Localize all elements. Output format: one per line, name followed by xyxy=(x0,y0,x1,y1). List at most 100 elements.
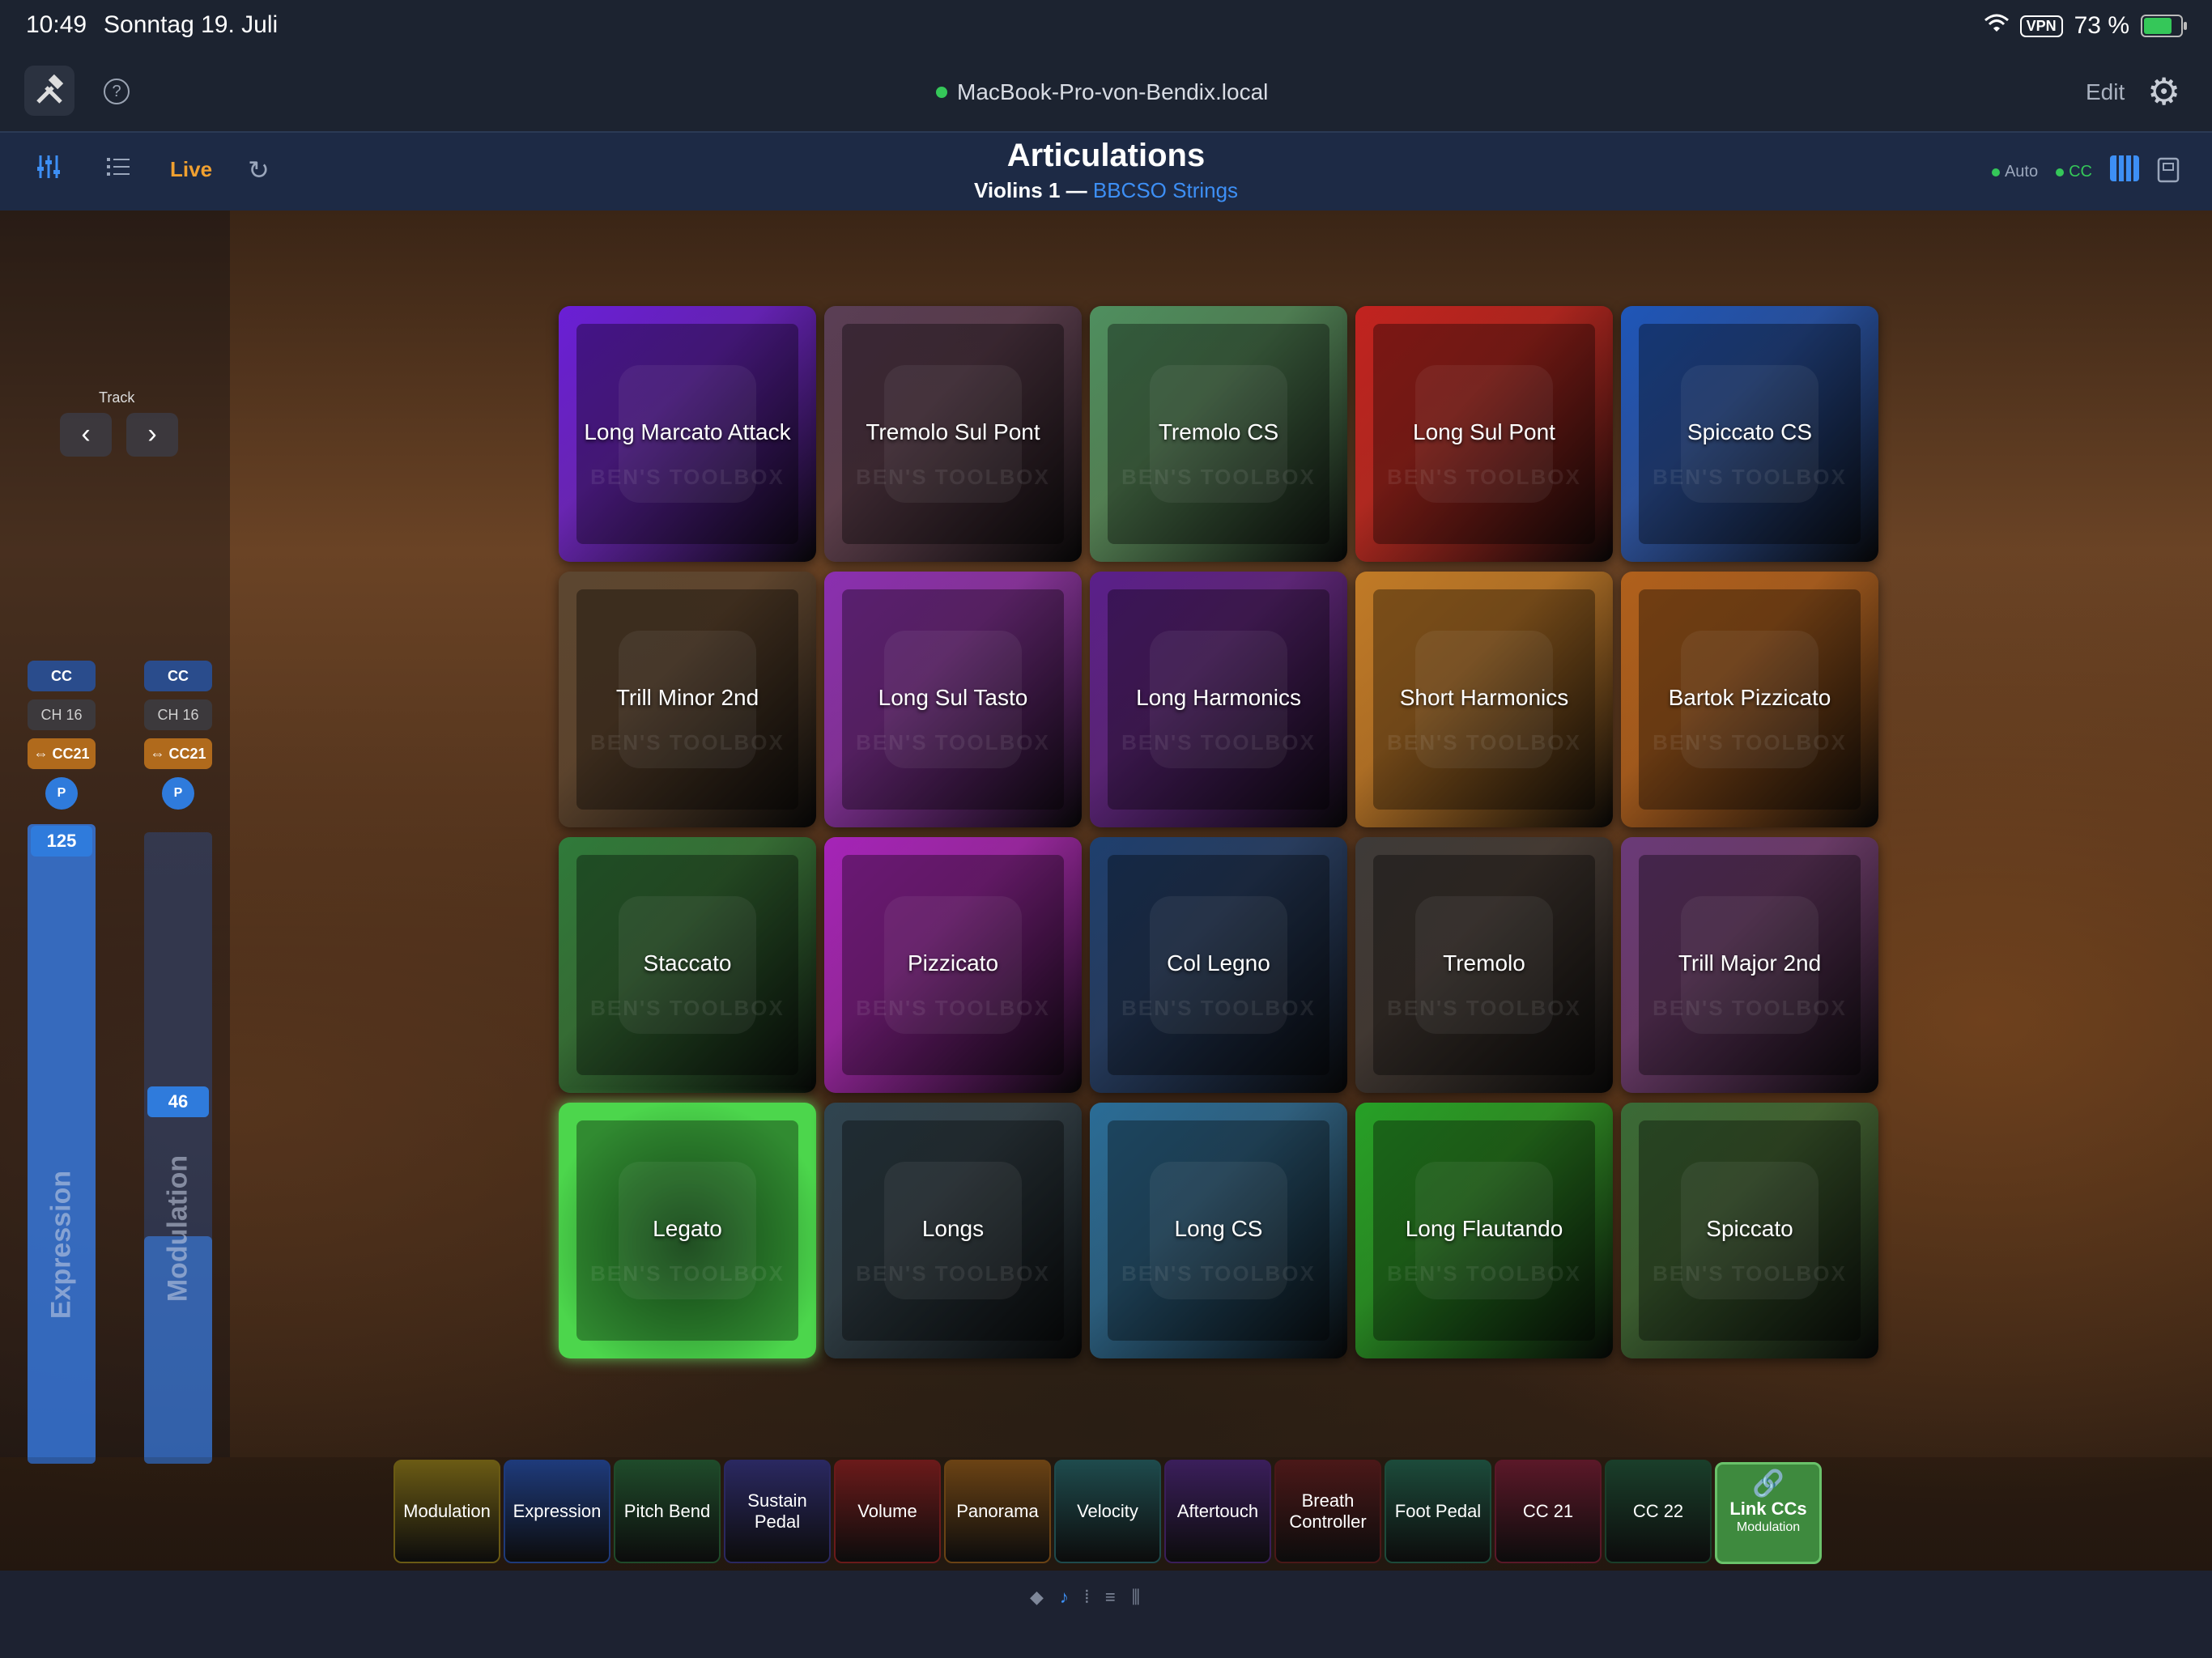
edit-button[interactable]: Edit xyxy=(2086,79,2125,105)
articulation-pad[interactable]: BEN'S TOOLBOX Long Flautando xyxy=(1355,1103,1613,1358)
watermark-text: BEN'S TOOLBOX xyxy=(1653,1261,1847,1286)
articulation-pad[interactable]: BEN'S TOOLBOX Long Sul Pont xyxy=(1355,306,1613,562)
articulation-pad[interactable]: BEN'S TOOLBOX Staccato xyxy=(559,837,816,1093)
watermark-text: BEN'S TOOLBOX xyxy=(590,996,785,1020)
watermark-text: BEN'S TOOLBOX xyxy=(1653,996,1847,1020)
cc-button-label: Volume xyxy=(857,1501,917,1521)
articulation-pad[interactable]: BEN'S TOOLBOX Short Harmonics xyxy=(1355,572,1613,827)
articulation-label: Long Sul Tasto xyxy=(878,685,1028,710)
cc-button[interactable]: Panorama xyxy=(944,1460,1051,1563)
next-track-button[interactable]: › xyxy=(126,413,178,457)
cc-button-label: Expression xyxy=(513,1501,602,1521)
articulation-pad[interactable]: BEN'S TOOLBOX Long Sul Tasto xyxy=(824,572,1082,827)
watermark-text: BEN'S TOOLBOX xyxy=(1653,465,1847,489)
articulation-pad[interactable]: BEN'S TOOLBOX Long Harmonics xyxy=(1090,572,1347,827)
articulation-pad[interactable]: BEN'S TOOLBOX Tremolo Sul Pont xyxy=(824,306,1082,562)
articulation-pad[interactable]: BEN'S TOOLBOX Tremolo CS xyxy=(1090,306,1347,562)
p-button[interactable]: P xyxy=(162,777,194,810)
cc-button-label: Aftertouch xyxy=(1176,1501,1259,1521)
cc-button[interactable]: Expression xyxy=(504,1460,610,1563)
controller-modulation: CC CH 16 ⇔ CC21 P xyxy=(144,661,212,819)
cc-button[interactable]: Breath Controller xyxy=(1274,1460,1381,1563)
articulation-label: Bartok Pizzicato xyxy=(1668,685,1831,710)
watermark-text: BEN'S TOOLBOX xyxy=(1653,730,1847,755)
status-bar: 10:49 Sonntag 19. Juli VPN 73 % xyxy=(0,0,2212,52)
articulation-label: Longs xyxy=(921,1216,985,1241)
host-indicator[interactable]: MacBook-Pro-von-Bendix.local xyxy=(936,79,1268,105)
watermark-text: BEN'S TOOLBOX xyxy=(1387,465,1581,489)
cc-button[interactable]: Foot Pedal xyxy=(1385,1460,1491,1563)
waveform-page-icon[interactable]: ⦙ xyxy=(1085,1587,1089,1608)
modulation-slider[interactable]: 46 Modulation xyxy=(144,832,212,1464)
watermark-text: BEN'S TOOLBOX xyxy=(1387,730,1581,755)
battery-percent: 73 % xyxy=(2074,12,2129,39)
articulation-pad[interactable]: BEN'S TOOLBOX Tremolo xyxy=(1355,837,1613,1093)
piano-keys-icon[interactable] xyxy=(2110,155,2139,189)
controller-expression: CC CH 16 ⇔ CC21 P xyxy=(28,661,96,819)
cc-button[interactable]: Velocity xyxy=(1054,1460,1161,1563)
cc-button[interactable]: Modulation xyxy=(393,1460,500,1563)
link-ccs-label: Link CCs xyxy=(1729,1499,1807,1519)
notes-book-icon[interactable] xyxy=(2157,157,2180,188)
expression-slider[interactable]: 125 Expression xyxy=(28,824,96,1464)
status-time: 10:49 xyxy=(26,11,87,38)
faders-page-icon[interactable]: ⫼ xyxy=(1132,1587,1140,1608)
library-name: BBCSO Strings xyxy=(1092,178,1239,202)
articulation-pad[interactable]: BEN'S TOOLBOX Col Legno xyxy=(1090,837,1347,1093)
articulation-pad[interactable]: BEN'S TOOLBOX Bartok Pizzicato xyxy=(1621,572,1878,827)
articulation-pad[interactable]: BEN'S TOOLBOX Spiccato xyxy=(1621,1103,1878,1358)
articulation-pad[interactable]: BEN'S TOOLBOX Pizzicato xyxy=(824,837,1082,1093)
articulation-pad[interactable]: BEN'S TOOLBOX Trill Minor 2nd xyxy=(559,572,816,827)
watermark-text: BEN'S TOOLBOX xyxy=(1387,1261,1581,1286)
watermark-text: BEN'S TOOLBOX xyxy=(856,1261,1050,1286)
articulation-label: Long Marcato Attack xyxy=(584,419,791,444)
cc-indicator[interactable]: CC xyxy=(2056,163,2092,181)
articulation-label: Long Flautando xyxy=(1405,1216,1563,1241)
articulation-label: Col Legno xyxy=(1167,950,1270,976)
articulation-label: Short Harmonics xyxy=(1399,685,1569,710)
track-subtitle: Violins 1 — BBCSO Strings xyxy=(0,178,2212,203)
cc-button[interactable]: Aftertouch xyxy=(1164,1460,1271,1563)
link-ccs-button[interactable]: 🔗 Link CCs Modulation xyxy=(1715,1462,1822,1564)
articulation-pad[interactable]: BEN'S TOOLBOX Spiccato CS xyxy=(1621,306,1878,562)
watermark-text: BEN'S TOOLBOX xyxy=(1121,996,1316,1020)
articulation-label: Tremolo CS xyxy=(1158,419,1279,444)
cc-mode-button[interactable]: CC xyxy=(144,661,212,691)
articulation-pad[interactable]: BEN'S TOOLBOX Legato xyxy=(559,1103,816,1358)
watermark-text: BEN'S TOOLBOX xyxy=(590,730,785,755)
track-label: Track xyxy=(99,389,135,406)
list-page-icon[interactable]: ≡ xyxy=(1105,1587,1116,1608)
status-date: Sonntag 19. Juli xyxy=(104,11,279,38)
articulation-pad[interactable]: BEN'S TOOLBOX Long CS xyxy=(1090,1103,1347,1358)
articulation-pad[interactable]: BEN'S TOOLBOX Trill Major 2nd xyxy=(1621,837,1878,1093)
cc-button-label: Sustain Pedal xyxy=(747,1490,807,1532)
link-ccs-sub: Modulation xyxy=(1736,1520,1801,1534)
p-button[interactable]: P xyxy=(45,777,78,810)
stage-background: Track ‹ › CC CH 16 ⇔ CC21 P 125 Expressi… xyxy=(0,210,2212,1571)
articulation-pad[interactable]: BEN'S TOOLBOX Longs xyxy=(824,1103,1082,1358)
articulation-label: Tremolo Sul Pont xyxy=(866,419,1040,444)
cc-mapping-badge[interactable]: ⇔ CC21 xyxy=(28,738,96,769)
app-logo-icon[interactable] xyxy=(24,66,74,116)
cc-button[interactable]: CC 21 xyxy=(1495,1460,1602,1563)
diamond-page-icon[interactable]: ◆ xyxy=(1030,1587,1044,1608)
cc-mode-button[interactable]: CC xyxy=(28,661,96,691)
cc-button-label: CC 21 xyxy=(1522,1501,1574,1521)
cc-button-label: CC 22 xyxy=(1632,1501,1684,1521)
cc-button[interactable]: CC 22 xyxy=(1605,1460,1712,1563)
prev-track-button[interactable]: ‹ xyxy=(60,413,112,457)
channel-badge[interactable]: CH 16 xyxy=(144,699,212,730)
cc-button[interactable]: Volume xyxy=(834,1460,941,1563)
articulation-pad[interactable]: BEN'S TOOLBOX Long Marcato Attack xyxy=(559,306,816,562)
articulation-label: Trill Major 2nd xyxy=(1678,950,1822,976)
cc-mapping-badge[interactable]: ⇔ CC21 xyxy=(144,738,212,769)
cc-button[interactable]: Sustain Pedal xyxy=(724,1460,831,1563)
articulation-label: Staccato xyxy=(643,950,732,976)
channel-badge[interactable]: CH 16 xyxy=(28,699,96,730)
music-note-page-icon[interactable]: ♪ xyxy=(1060,1587,1069,1608)
cc-button[interactable]: Pitch Bend xyxy=(614,1460,721,1563)
gear-icon[interactable]: ⚙ xyxy=(2147,73,2180,110)
link-icon: 🔗 xyxy=(1752,1469,1784,1498)
help-icon[interactable]: ? xyxy=(104,79,130,104)
auto-indicator[interactable]: Auto xyxy=(1991,163,2038,181)
